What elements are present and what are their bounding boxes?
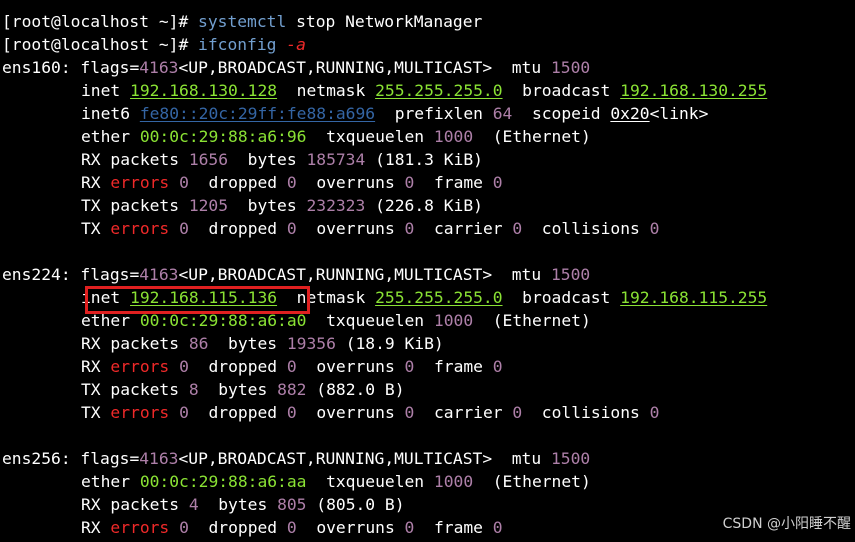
ether-line: ether 00:0c:29:88:a6:96 txqueuelen 1000 … [81,127,591,146]
tx-errors-line: TX errors 0 dropped 0 overruns 0 carrier… [81,219,660,238]
rx-errors-line: RX errors 0 dropped 0 overruns 0 frame 0 [81,357,503,376]
rx-packets-line: RX packets 86 bytes 19356 (18.9 KiB) [81,334,444,353]
mac-address: 00:0c:29:88:a6:aa [139,472,307,491]
shell-prompt: [root@localhost ~]# [2,12,199,31]
iface-header-line: ens224: flags=4163<UP,BROADCAST,RUNNING,… [2,265,591,284]
highlight-box [85,286,310,314]
rx-errors-line: RX errors 0 dropped 0 overruns 0 frame 0 [81,173,503,192]
broadcast-value[interactable]: 192.168.115.255 [620,288,767,307]
rx-packets-line: RX packets 1656 bytes 185734 (181.3 KiB) [81,150,483,169]
inet6-line: inet6 fe80::20c:29ff:fe88:a696 prefixlen… [81,104,709,123]
mac-address: 00:0c:29:88:a6:96 [139,127,307,146]
ipv6-address[interactable]: fe80::20c:29ff:fe88:a696 [140,104,375,123]
tx-packets-line: TX packets 8 bytes 882 (882.0 B) [81,380,405,399]
iface-name: ens256 [2,449,61,468]
watermark: CSDN @小阳睡不醒 [722,516,851,532]
ether-line: ether 00:0c:29:88:a6:aa txqueuelen 1000 … [81,472,591,491]
command-name: systemctl [198,12,287,31]
command-line-2: [root@localhost ~]# ifconfig -a [0,33,855,56]
command-args: stop NetworkManager [286,12,483,31]
netmask-value[interactable]: 255.255.255.0 [375,81,502,100]
iface-name: ens160 [2,58,61,77]
iface-header-line: ens256: flags=4163<UP,BROADCAST,RUNNING,… [2,449,591,468]
inet-line: inet 192.168.130.128 netmask 255.255.255… [81,81,768,100]
command-line-1: [root@localhost ~]# systemctl stop Netwo… [0,10,855,33]
ip-address[interactable]: 192.168.130.128 [130,81,277,100]
iface-header-line: ens160: flags=4163<UP,BROADCAST,RUNNING,… [2,58,591,77]
iface-name: ens224 [2,265,61,284]
terminal-window[interactable]: [root@localhost ~]# systemctl stop Netwo… [0,0,855,542]
shell-prompt: [root@localhost ~]# [2,35,199,54]
tx-errors-line: TX errors 0 dropped 0 overruns 0 carrier… [81,403,660,422]
command-name: ifconfig [198,35,277,54]
tx-packets-line: TX packets 1205 bytes 232323 (226.8 KiB) [81,196,483,215]
netmask-value[interactable]: 255.255.255.0 [375,288,502,307]
command-flag: -a [286,35,306,54]
broadcast-value[interactable]: 192.168.130.255 [620,81,767,100]
